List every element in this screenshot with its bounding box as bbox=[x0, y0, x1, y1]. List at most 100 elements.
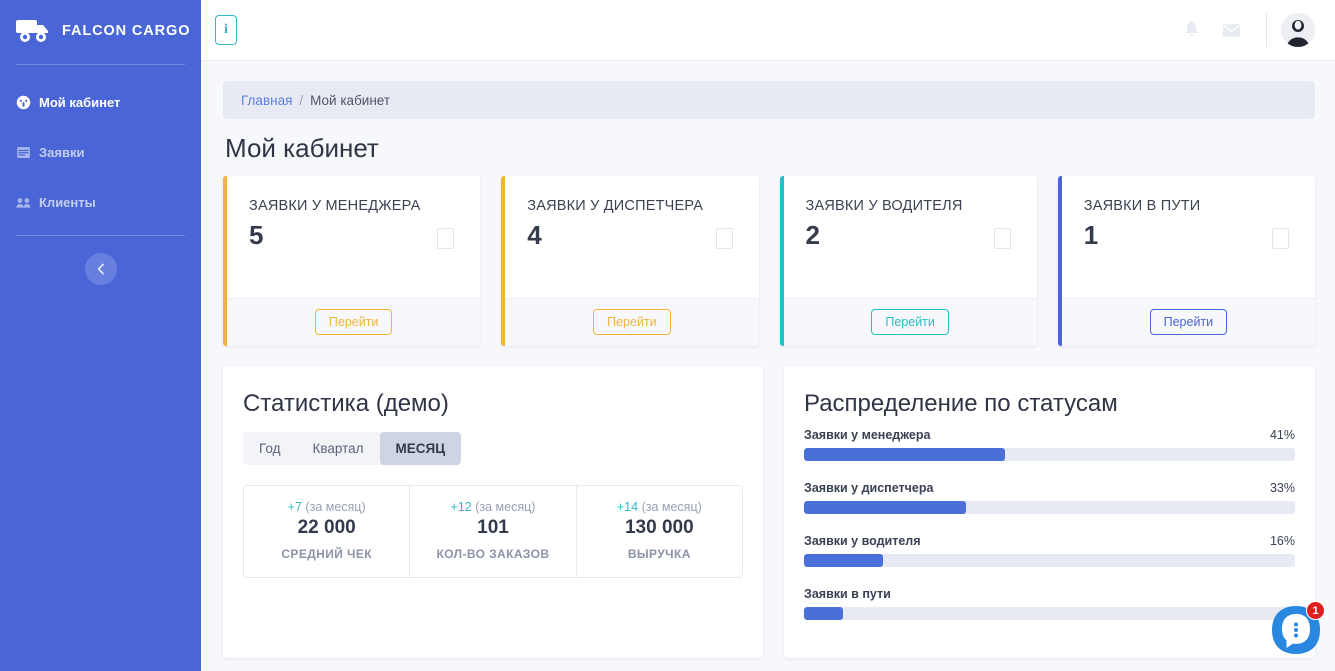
progress-track bbox=[804, 554, 1295, 567]
chevron-left-icon bbox=[97, 263, 104, 275]
users-icon bbox=[16, 197, 31, 208]
metric-label: КОЛ-ВО ЗАКАЗОВ bbox=[436, 547, 550, 561]
distribution-row: Заявки у менеджера 41% bbox=[804, 428, 1295, 461]
sidebar-item-label: Клиенты bbox=[39, 194, 96, 210]
go-button[interactable]: Перейти bbox=[871, 309, 949, 335]
card-value: 2 bbox=[805, 220, 820, 250]
distribution-row-head: Заявки у водителя 16% bbox=[804, 534, 1295, 548]
metric-delta-value: +7 bbox=[287, 500, 302, 514]
period-tabs: Год Квартал МЕСЯЦ bbox=[243, 432, 462, 465]
distribution-label: Заявки в пути bbox=[804, 587, 891, 601]
card-value: 5 bbox=[249, 220, 264, 250]
card-title: ЗАЯВКИ У МЕНЕДЖЕРА bbox=[249, 198, 421, 214]
distribution-row: Заявки у диспетчера 33% bbox=[804, 481, 1295, 514]
brand[interactable]: FALCON CARGO bbox=[0, 0, 201, 62]
distribution-title: Распределение по статусам bbox=[804, 390, 1118, 417]
go-button[interactable]: Перейти bbox=[593, 309, 671, 335]
progress-track bbox=[804, 448, 1295, 461]
progress-track bbox=[804, 607, 1295, 620]
stat-card-manager[interactable]: ЗАЯВКИ У МЕНЕДЖЕРА 5 Перейти bbox=[223, 176, 481, 346]
progress-track bbox=[804, 501, 1295, 514]
distribution-label: Заявки у водителя bbox=[804, 534, 921, 548]
sidebar-item-label: Заявки bbox=[39, 144, 85, 160]
card-body: ЗАЯВКИ У ВОДИТЕЛЯ 2 bbox=[784, 176, 1037, 298]
distribution-label: Заявки у менеджера bbox=[804, 428, 931, 442]
stat-card-driver[interactable]: ЗАЯВКИ У ВОДИТЕЛЯ 2 Перейти bbox=[779, 176, 1037, 346]
tab-year[interactable]: Год bbox=[243, 432, 297, 465]
sidebar-item-label: Мой кабинет bbox=[39, 94, 121, 110]
stat-card-dispatcher[interactable]: ЗАЯВКИ У ДИСПЕТЧЕРА 4 Перейти bbox=[501, 176, 759, 346]
breadcrumb-separator: / bbox=[299, 92, 304, 108]
app-root: FALCON CARGO Мой кабинет Заявки Клиенты … bbox=[0, 0, 1335, 671]
progress-fill bbox=[804, 607, 844, 620]
topbar-divider bbox=[1266, 13, 1267, 47]
stat-card-in-transit[interactable]: ЗАЯВКИ В ПУТИ 1 Перейти bbox=[1057, 176, 1315, 346]
placeholder-icon bbox=[1272, 228, 1289, 249]
metric-value: 22 000 bbox=[297, 517, 356, 538]
placeholder-icon bbox=[437, 228, 455, 249]
dashboard-icon bbox=[16, 95, 31, 109]
stat-cards-row: ЗАЯВКИ У МЕНЕДЖЕРА 5 Перейти ЗАЯВКИ У ДИ… bbox=[223, 176, 1315, 346]
info-button[interactable]: i bbox=[215, 15, 237, 45]
sidebar-collapse-button[interactable] bbox=[84, 253, 117, 285]
notifications-button[interactable] bbox=[1174, 13, 1208, 47]
sidebar-item-my-cabinet[interactable]: Мой кабинет bbox=[0, 77, 201, 127]
bell-icon bbox=[1184, 20, 1198, 36]
page-title: Мой кабинет bbox=[225, 133, 379, 163]
statistics-title: Статистика (демо) bbox=[243, 390, 449, 417]
truck-icon bbox=[16, 20, 48, 42]
card-title: ЗАЯВКИ У ДИСПЕТЧЕРА bbox=[527, 198, 704, 214]
progress-fill bbox=[804, 554, 883, 567]
card-title: ЗАЯВКИ В ПУТИ bbox=[1083, 198, 1201, 214]
card-body: ЗАЯВКИ В ПУТИ 1 bbox=[1062, 176, 1315, 298]
breadcrumb-home-link[interactable]: Главная bbox=[241, 93, 292, 108]
sidebar-item-clients[interactable]: Клиенты bbox=[0, 177, 201, 227]
tab-quarter[interactable]: Квартал bbox=[297, 432, 380, 465]
card-body: ЗАЯВКИ У МЕНЕДЖЕРА 5 bbox=[227, 176, 480, 298]
avatar[interactable] bbox=[1281, 13, 1315, 47]
distribution-percent: 41% bbox=[1269, 428, 1295, 442]
panels-row: Статистика (демо) Год Квартал МЕСЯЦ +7 (… bbox=[223, 366, 1315, 658]
chat-widget-button[interactable]: 1 bbox=[1270, 601, 1325, 656]
content-area: Главная / Мой кабинет Мой кабинет ЗАЯВКИ… bbox=[201, 61, 1335, 671]
go-button[interactable]: Перейти bbox=[1149, 309, 1228, 335]
breadcrumb: Главная / Мой кабинет bbox=[223, 81, 1315, 119]
metrics-row: +7 (за месяц) 22 000 СРЕДНИЙ ЧЕК +12 (за… bbox=[243, 485, 743, 578]
card-title: ЗАЯВКИ У ВОДИТЕЛЯ bbox=[805, 198, 963, 214]
info-button-label: i bbox=[224, 22, 228, 37]
metric-average-check: +7 (за месяц) 22 000 СРЕДНИЙ ЧЕК bbox=[244, 486, 411, 577]
card-footer: Перейти bbox=[1061, 298, 1315, 346]
metric-delta-value: +12 bbox=[450, 500, 472, 514]
progress-fill bbox=[804, 501, 967, 514]
metric-revenue: +14 (за месяц) 130 000 ВЫРУЧКА bbox=[577, 486, 742, 577]
distribution-row-head: Заявки в пути bbox=[804, 587, 1295, 601]
tab-month[interactable]: МЕСЯЦ bbox=[379, 432, 462, 465]
go-button[interactable]: Перейти bbox=[314, 309, 393, 335]
main-area: i Главная / Мой кабинет Мой кабинет ЗАЯВ… bbox=[201, 0, 1335, 671]
distribution-label: Заявки у диспетчера bbox=[804, 481, 934, 495]
card-value: 4 bbox=[527, 220, 542, 250]
messages-button[interactable] bbox=[1214, 13, 1248, 47]
metric-value: 130 000 bbox=[624, 517, 694, 538]
card-footer: Перейти bbox=[505, 298, 759, 346]
metric-label: ВЫРУЧКА bbox=[627, 547, 691, 561]
distribution-row: Заявки в пути bbox=[804, 587, 1295, 620]
sidebar-nav: Мой кабинет Заявки Клиенты bbox=[0, 65, 201, 227]
distribution-panel: Распределение по статусам Заявки у менед… bbox=[784, 366, 1315, 658]
distribution-percent: 16% bbox=[1269, 534, 1295, 548]
metric-delta-period: (за месяц) bbox=[475, 500, 536, 514]
card-body: ЗАЯВКИ У ДИСПЕТЧЕРА 4 bbox=[505, 176, 758, 298]
distribution-percent: 33% bbox=[1269, 481, 1295, 495]
metric-delta: +7 (за месяц) bbox=[252, 500, 401, 514]
placeholder-icon bbox=[715, 228, 733, 249]
metric-delta-value: +14 bbox=[616, 500, 639, 514]
metric-value: 101 bbox=[477, 517, 509, 538]
card-footer: Перейти bbox=[227, 298, 481, 346]
sidebar: FALCON CARGO Мой кабинет Заявки Клиенты bbox=[0, 0, 201, 671]
distribution-row: Заявки у водителя 16% bbox=[804, 534, 1295, 567]
sidebar-item-orders[interactable]: Заявки bbox=[0, 127, 201, 177]
topbar: i bbox=[201, 0, 1335, 61]
metric-delta: +14 (за месяц) bbox=[585, 500, 734, 514]
breadcrumb-current: Мой кабинет bbox=[310, 92, 391, 108]
metric-delta-period: (за месяц) bbox=[641, 500, 702, 514]
